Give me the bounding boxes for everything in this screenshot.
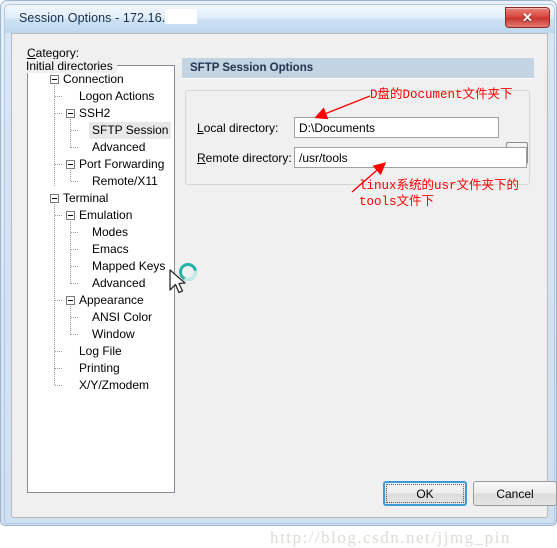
tree-item-label: SSH2	[79, 106, 111, 120]
annotation-remote-line2: tools文件下	[359, 195, 435, 209]
local-directory-label-rest: ocal directory:	[203, 121, 279, 135]
expander-collapse-icon[interactable]	[50, 75, 59, 84]
tree-connector-line	[55, 215, 63, 216]
tree-connector-line	[71, 317, 79, 318]
category-accel: C	[27, 46, 36, 60]
title-redaction-box	[165, 9, 197, 24]
tree-connector-line	[55, 300, 63, 301]
tree-item-label: X/Y/Zmodem	[79, 378, 150, 392]
tree-item-label: Logon Actions	[79, 89, 155, 103]
session-options-window: Session Options - 172.16.1 ✕ Category: C…	[0, 0, 557, 547]
tree-item-label: Advanced	[92, 140, 146, 154]
annotation-local: D盘的Document文件夹下	[370, 88, 513, 102]
tree-connector-line	[71, 266, 79, 267]
local-directory-label: Local directory:	[197, 121, 278, 135]
tree-connector-line	[71, 181, 79, 182]
tree-item-label: Remote/X11	[92, 174, 158, 188]
ok-button[interactable]: OK	[383, 481, 467, 506]
tree-item-label: SFTP Session	[89, 122, 172, 139]
tree-connector-line	[55, 113, 63, 114]
initial-directories-legend: Initial directories	[22, 59, 117, 73]
remote-directory-label: Remote directory:	[197, 151, 292, 165]
tree-item-label: Terminal	[63, 191, 109, 205]
tree-item-label: Log File	[79, 344, 122, 358]
title-bar[interactable]: Session Options - 172.16.1 ✕	[5, 5, 554, 33]
tree-item-label: Window	[92, 327, 135, 341]
expander-collapse-icon[interactable]	[66, 296, 75, 305]
tree-item-label: Modes	[92, 225, 129, 239]
tree-connector-line	[55, 96, 63, 97]
remote-directory-label-rest: emote directory:	[205, 151, 292, 165]
section-header-band: SFTP Session Options	[182, 58, 534, 79]
category-tree[interactable]: Connection Logon Actions SSH2 SFTP Session A…	[27, 65, 175, 493]
dialog-client-area: Category: Connection Logon Actions SSH2 SFT…	[11, 33, 557, 547]
tree-connector-line	[70, 170, 71, 181]
tree-connector-line	[55, 385, 63, 386]
tree-item-label: Emacs	[92, 242, 129, 256]
close-icon: ✕	[522, 9, 533, 25]
tree-connector-line	[54, 85, 55, 187]
tree-item-label: Mapped Keys	[92, 259, 166, 273]
category-label: Category:	[27, 46, 79, 60]
tree-item-label: Appearance	[79, 293, 144, 307]
tree-connector-line	[54, 204, 55, 386]
tree-item-label: Port Forwarding	[79, 157, 165, 171]
tree-connector-line	[70, 119, 71, 148]
tree-item-label: ANSI Color	[92, 310, 153, 324]
category-label-rest: ategory:	[35, 46, 80, 60]
expander-collapse-icon[interactable]	[66, 109, 75, 118]
tree-item-label: Emulation	[79, 208, 133, 222]
tree-connector-line	[55, 164, 63, 165]
tree-connector-line	[55, 351, 63, 352]
tree-connector-line	[71, 130, 79, 131]
tree-item-label: Connection	[63, 72, 124, 86]
section-header-title: SFTP Session Options	[190, 62, 314, 74]
remote-directory-accel: R	[197, 151, 206, 165]
tree-connector-line	[71, 334, 79, 335]
local-directory-input[interactable]	[294, 117, 499, 138]
window-title: Session Options - 172.16.1	[19, 11, 173, 25]
watermark: http://blog.csdn.net/jjmg_pin	[270, 528, 511, 547]
tree-item-label: Printing	[79, 361, 120, 375]
expander-collapse-icon[interactable]	[66, 160, 75, 169]
expander-collapse-icon[interactable]	[66, 211, 75, 220]
cancel-button[interactable]: Cancel	[473, 481, 557, 506]
tree-connector-line	[71, 249, 79, 250]
window-inner-frame: Session Options - 172.16.1 ✕ Category: C…	[4, 4, 557, 547]
tree-connector-line	[71, 283, 79, 284]
tree-item-label: Advanced	[92, 276, 146, 290]
annotation-remote-line1: linux系统的usr文件夹下的	[359, 179, 520, 193]
tree-connector-line	[71, 147, 79, 148]
tree-connector-line	[70, 221, 71, 284]
remote-directory-input[interactable]	[294, 147, 527, 168]
expander-collapse-icon[interactable]	[50, 194, 59, 203]
close-button[interactable]: ✕	[505, 7, 550, 28]
tree-connector-line	[71, 232, 79, 233]
tree-connector-line	[55, 368, 63, 369]
local-directory-accel: L	[197, 121, 204, 135]
tree-connector-line	[70, 306, 71, 335]
